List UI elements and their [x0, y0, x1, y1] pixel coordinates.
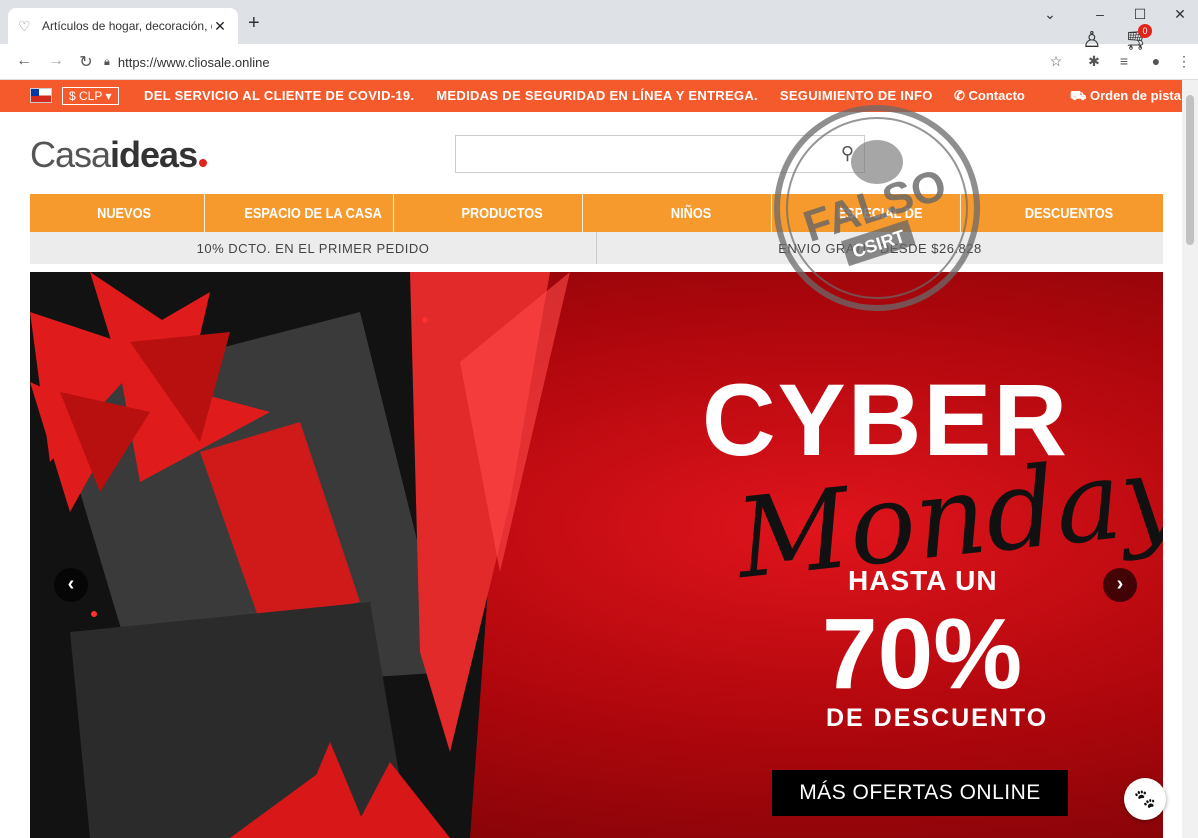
info-bar: 10% DCTO. EN EL PRIMER PEDIDO ENVIO GRAT… [30, 232, 1163, 264]
profile-icon[interactable]: ● [1146, 53, 1166, 69]
window-close-button[interactable]: ✕ [1170, 6, 1190, 23]
contact-link[interactable]: ✆ Contacto [954, 88, 1025, 104]
site-logo[interactable]: Casaideas [30, 134, 208, 176]
reload-icon[interactable]: ↻ [76, 52, 96, 72]
url-text: https://www.cliosale.online [117, 54, 270, 70]
forward-icon[interactable]: → [46, 52, 66, 70]
logo-dot [199, 159, 208, 167]
promo-message[interactable]: SEGUIMIENTO DE INFO [780, 88, 933, 103]
new-tab-button[interactable]: + [248, 12, 260, 35]
url-field[interactable]: 🔒︎ https://www.cliosale.online [104, 49, 1084, 75]
maximize-button[interactable]: ☐ [1130, 6, 1150, 23]
scrollbar-thumb[interactable] [1186, 95, 1194, 245]
reading-list-icon[interactable]: ≡ [1114, 53, 1134, 69]
paw-chat-button[interactable]: 🐾︎ [1124, 778, 1166, 820]
main-navigation: NUEVOS ESPACIO DE LA CASA PRODUCTOS NIÑO… [30, 194, 1163, 232]
star-icon[interactable]: ☆ [1046, 53, 1066, 70]
logo-bold-text: ideas [110, 134, 198, 175]
heart-icon: ♡ [18, 18, 31, 34]
hero-banner[interactable]: ‹ › CYBER Monday HASTA UN 70% DE DESCUEN… [30, 272, 1163, 838]
promo-bar: $ CLP ▾ DEL SERVICIO AL CLIENTE DE COVID… [0, 80, 1182, 112]
search-icon[interactable]: ⚲ [841, 143, 854, 164]
promo-message[interactable]: DEL SERVICIO AL CLIENTE DE COVID-19. [144, 88, 414, 103]
promo-marquee: DEL SERVICIO AL CLIENTE DE COVID-19. MED… [144, 88, 944, 103]
nav-item-ninos[interactable]: NIÑOS [611, 194, 772, 232]
chile-flag-icon[interactable] [30, 88, 52, 103]
user-account-icon[interactable]: ♙ [1082, 27, 1102, 53]
tab-title: Artículos de hogar, decoración, o [42, 19, 212, 33]
browser-tabstrip: ♡ Artículos de hogar, decoración, o ✕ + … [0, 0, 1198, 44]
carousel-next-button[interactable]: › [1103, 568, 1137, 602]
hero-hasta-text: HASTA UN [848, 565, 998, 596]
nav-item-especial[interactable]: ESPECIAL DE [800, 194, 961, 232]
back-icon[interactable]: ← [14, 52, 34, 70]
free-shipping-text: ENVIO GRATIS DESDE $26.828 [778, 240, 982, 256]
browser-tab[interactable]: ♡ Artículos de hogar, decoración, o ✕ [8, 8, 238, 44]
currency-selector[interactable]: $ CLP ▾ [62, 87, 119, 105]
logo-light-text: Casa [30, 134, 111, 175]
tab-close-icon[interactable]: ✕ [212, 18, 228, 35]
search-input[interactable]: ⚲ [455, 135, 865, 173]
nav-item-espacio-de-la-casa[interactable]: ESPACIO DE LA CASA [233, 194, 394, 232]
menu-dots-icon[interactable]: ⋮ [1174, 53, 1194, 70]
order-tracking-link[interactable]: ⛟ Orden de pista [1070, 88, 1181, 106]
site-header: Casaideas ⚲ [0, 112, 1182, 194]
nav-item-productos[interactable]: PRODUCTOS [422, 194, 583, 232]
first-order-discount-text: 10% DCTO. EN EL PRIMER PEDIDO [30, 232, 597, 264]
cart-count-badge: 0 [1138, 24, 1152, 38]
carousel-prev-button[interactable]: ‹ [54, 568, 88, 602]
hero-discount-percent: 70% [822, 598, 1023, 710]
address-bar-row: ← → ↻ 🔒︎ https://www.cliosale.online ☆ ✱… [0, 44, 1198, 80]
nav-item-nuevos[interactable]: NUEVOS [44, 194, 205, 232]
hero-discount-text: DE DESCUENTO [826, 704, 1049, 732]
nav-item-descuentos[interactable]: DESCUENTOS [989, 194, 1149, 232]
lock-icon: 🔒︎ [104, 55, 110, 68]
minimize-button[interactable]: – [1090, 6, 1110, 22]
tab-search-icon[interactable]: ⌄ [1040, 6, 1060, 23]
extensions-icon[interactable]: ✱ [1084, 53, 1104, 70]
promo-message[interactable]: MEDIDAS DE SEGURIDAD EN LÍNEA Y ENTREGA. [436, 88, 758, 103]
more-offers-button[interactable]: MÁS OFERTAS ONLINE [772, 770, 1068, 816]
